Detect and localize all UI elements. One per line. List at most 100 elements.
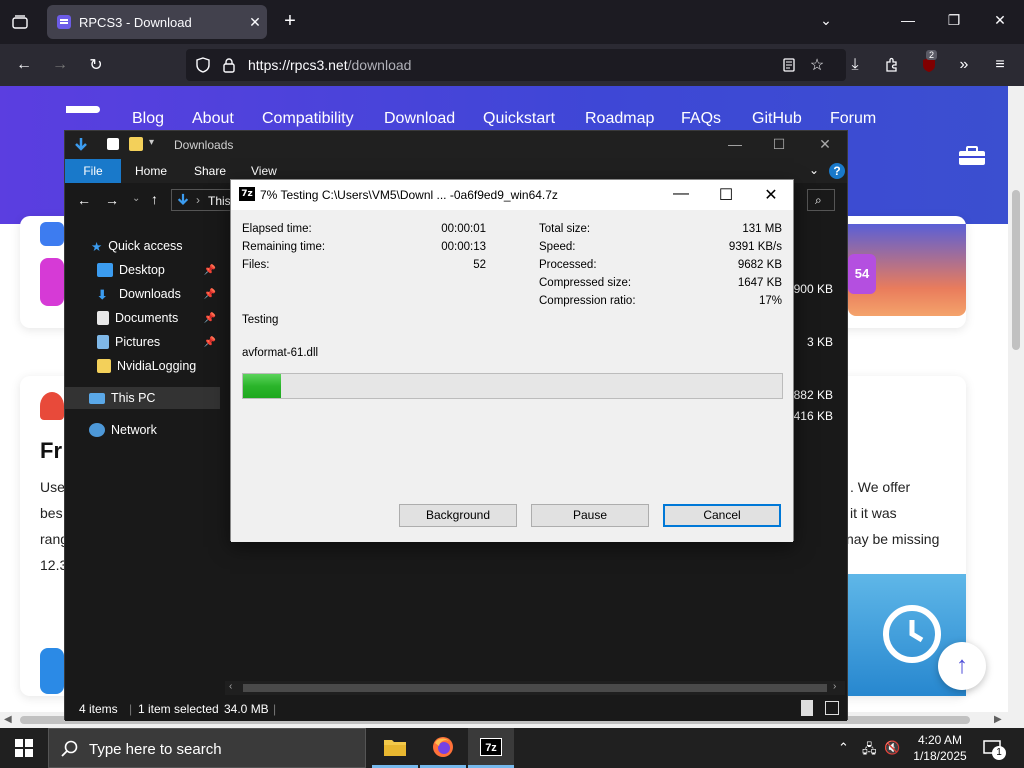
scroll-right-icon[interactable]: ▶: [994, 714, 1002, 725]
explorer-horizontal-scrollbar[interactable]: ‹ ›: [225, 681, 845, 695]
site-nav-faqs[interactable]: FAQs: [681, 110, 721, 128]
downloads-icon[interactable]: ⤓: [842, 53, 868, 77]
nav-documents[interactable]: Documents 📌: [65, 307, 220, 329]
scrollbar-thumb[interactable]: [1012, 190, 1020, 350]
network-status-icon[interactable]: 🖧: [862, 740, 877, 762]
search-icon: ⌕: [815, 193, 822, 207]
extension-badge: 2: [926, 50, 938, 60]
pause-button[interactable]: Pause: [531, 504, 649, 527]
close-window-icon[interactable]: ✕: [988, 12, 1012, 29]
help-icon[interactable]: ?: [829, 163, 845, 179]
nav-pictures[interactable]: Pictures 📌: [65, 331, 220, 353]
page-vertical-scrollbar[interactable]: [1008, 86, 1024, 712]
start-button[interactable]: [0, 728, 48, 768]
ublock-extension-icon[interactable]: 2: [916, 50, 942, 77]
volume-muted-icon[interactable]: 🔇: [884, 740, 900, 756]
more-tools-icon[interactable]: »: [951, 53, 977, 77]
site-nav-forum[interactable]: Forum: [830, 110, 876, 128]
explorer-close-icon[interactable]: ✕: [815, 136, 835, 153]
forward-icon[interactable]: →: [47, 53, 73, 77]
ribbon-tab-home[interactable]: Home: [135, 164, 167, 178]
ribbon-tab-share[interactable]: Share: [194, 164, 226, 178]
shield-icon[interactable]: [190, 53, 216, 77]
details-view-icon[interactable]: [801, 700, 813, 716]
show-hidden-icons-icon[interactable]: ⌃: [838, 740, 849, 756]
background-button[interactable]: Background: [399, 504, 517, 527]
nav-downloads[interactable]: ⬇ Downloads 📌: [65, 283, 220, 305]
nav-quick-access[interactable]: ★ Quick access: [65, 235, 220, 257]
up-folder-icon[interactable]: ↑: [151, 191, 158, 207]
recent-locations-icon[interactable]: ⌄: [132, 193, 140, 204]
scroll-left-icon[interactable]: ‹: [229, 681, 232, 692]
dialog-maximize-icon[interactable]: ☐: [714, 185, 738, 205]
total-size-label: Total size:: [539, 223, 591, 235]
customize-toolbar-icon[interactable]: ▾: [149, 137, 154, 148]
new-folder-icon[interactable]: [129, 137, 143, 151]
site-nav-about[interactable]: About: [192, 110, 234, 128]
ribbon-expand-icon[interactable]: ⌄: [809, 163, 819, 177]
tab-list-icon[interactable]: [8, 10, 32, 34]
large-icons-view-icon[interactable]: [825, 701, 839, 715]
notifications-icon[interactable]: 1: [982, 738, 1006, 760]
nav-this-pc[interactable]: This PC: [65, 387, 220, 409]
lock-icon[interactable]: [216, 53, 242, 77]
ribbon-tab-view[interactable]: View: [251, 164, 277, 178]
nav-network[interactable]: Network: [65, 419, 220, 441]
compressed-size-label: Compressed size:: [539, 277, 632, 289]
dialog-close-icon[interactable]: ✕: [759, 185, 783, 205]
minimize-window-icon[interactable]: —: [896, 12, 920, 28]
elapsed-label: Elapsed time:: [242, 223, 312, 235]
cancel-button[interactable]: Cancel: [663, 504, 781, 527]
nav-desktop[interactable]: Desktop 📌: [65, 259, 220, 281]
menu-icon[interactable]: ≡: [987, 53, 1013, 77]
url-text: https://rpcs3.net/download: [248, 57, 411, 73]
nav-label: NvidiaLogging: [117, 359, 197, 373]
taskbar-file-explorer[interactable]: [372, 728, 418, 768]
explorer-forward-icon[interactable]: →: [105, 192, 119, 208]
address-bar[interactable]: › This: [171, 189, 231, 211]
taskbar-clock[interactable]: 4:20 AM 1/18/2025: [908, 732, 972, 764]
reload-icon[interactable]: ↻: [83, 53, 109, 77]
folder-icon: [384, 739, 406, 756]
explorer-back-icon[interactable]: ←: [77, 192, 91, 208]
scroll-to-top-button[interactable]: ↑: [938, 642, 986, 690]
properties-icon[interactable]: [107, 138, 119, 150]
ribbon-tab-file[interactable]: File: [65, 159, 121, 183]
scroll-left-icon[interactable]: ◀: [4, 714, 12, 725]
explorer-minimize-icon[interactable]: —: [725, 136, 745, 152]
taskbar-search-box[interactable]: Type here to search: [48, 728, 366, 768]
dialog-body: Elapsed time: 00:00:01 Remaining time: 0…: [231, 210, 793, 542]
taskbar-7zip[interactable]: 7z: [468, 728, 514, 768]
site-nav-quickstart[interactable]: Quickstart: [483, 110, 555, 128]
nav-nvidialogging[interactable]: NvidiaLogging: [65, 355, 220, 377]
status-size: 34.0 MB: [224, 702, 269, 716]
restore-window-icon[interactable]: ❐: [942, 12, 966, 29]
site-nav-roadmap[interactable]: Roadmap: [585, 110, 654, 128]
site-nav-compatibility[interactable]: Compatibility: [262, 110, 354, 128]
bookmark-star-icon[interactable]: ☆: [804, 53, 830, 77]
explorer-maximize-icon[interactable]: ☐: [769, 136, 789, 153]
rpcs3-favicon-icon: [57, 15, 71, 29]
network-icon: [89, 423, 105, 437]
dialog-minimize-icon[interactable]: —: [669, 185, 693, 203]
list-all-tabs-icon[interactable]: ⌄: [814, 12, 838, 29]
url-bar[interactable]: https://rpcs3.net/download ☆: [186, 49, 846, 81]
nav-label: This PC: [111, 391, 156, 405]
site-nav-download[interactable]: Download: [384, 110, 455, 128]
scroll-right-icon[interactable]: ›: [833, 681, 836, 692]
site-nav-github[interactable]: GitHub: [752, 110, 802, 128]
back-icon[interactable]: ←: [11, 53, 37, 77]
computer-icon: [89, 392, 105, 404]
toolbox-icon[interactable]: [958, 146, 986, 166]
address-segment[interactable]: This: [208, 194, 231, 208]
browser-tab-rpcs3[interactable]: RPCS3 - Download ✕: [47, 5, 267, 39]
extensions-icon[interactable]: [879, 53, 905, 77]
taskbar-firefox[interactable]: [420, 728, 466, 768]
reader-view-icon[interactable]: [776, 53, 802, 77]
scrollbar-thumb[interactable]: [243, 684, 827, 692]
explorer-search-box[interactable]: ⌕: [807, 189, 835, 211]
files-label: Files:: [242, 259, 270, 271]
new-tab-button[interactable]: +: [278, 10, 302, 34]
tab-close-icon[interactable]: ✕: [243, 14, 267, 31]
site-nav-blog[interactable]: Blog: [132, 110, 164, 128]
